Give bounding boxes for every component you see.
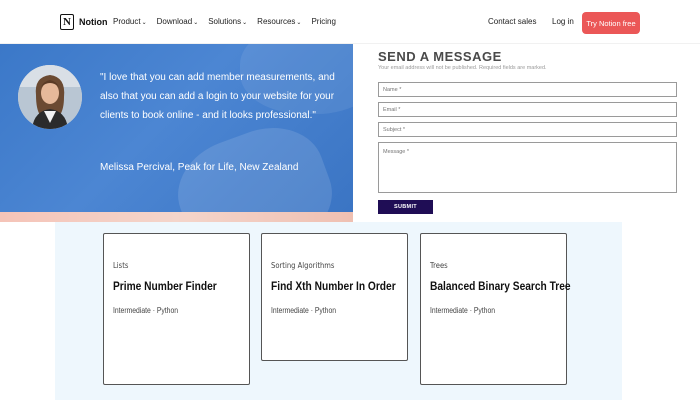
card-category: Lists [113,261,129,270]
card-category: Sorting Algorithms [271,261,335,270]
nav-item-label: Solutions [208,17,242,26]
nav-item-label: Download [156,17,193,26]
nav-item-solutions[interactable]: Solutions⌄ [208,17,247,26]
submit-button[interactable]: SUBMIT [378,200,433,214]
testimonial-quote: "I love that you can add member measurem… [100,72,335,121]
notion-logo-icon: N [60,14,74,30]
avatar [18,65,82,129]
chevron-down-icon: ⌄ [242,20,248,26]
chevron-down-icon: ⌄ [193,20,199,26]
chevron-down-icon: ⌄ [296,20,302,26]
form-title: SEND A MESSAGE [378,49,502,64]
brand-logo[interactable]: N Notion [60,14,108,30]
nav-item-resources[interactable]: Resources⌄ [257,17,301,26]
nav-item-label: Resources [257,17,296,26]
card-title: Balanced Binary Search Tree [430,279,571,293]
contact-sales-link[interactable]: Contact sales [488,17,536,26]
email-field[interactable] [378,102,677,117]
card-meta: Intermediate · Python [113,306,179,315]
try-free-button[interactable]: Try Notion free [582,12,640,34]
form-note: Your email address will not be published… [378,65,547,71]
name-field[interactable] [378,82,677,97]
background-strip [0,212,353,222]
testimonial-author: Melissa Percival, Peak for Life, New Zea… [100,162,299,173]
nav-item-pricing[interactable]: Pricing [311,17,335,26]
chevron-down-icon: ⌄ [141,20,147,26]
nav-item-label: Product [113,17,141,26]
challenge-card[interactable]: Lists Prime Number Finder Intermediate ·… [103,233,250,385]
card-meta: Intermediate · Python [430,306,496,315]
card-title: Prime Number Finder [113,279,217,293]
challenge-card[interactable]: Sorting Algorithms Find Xth Number In Or… [261,233,408,361]
login-link[interactable]: Log in [552,17,574,26]
card-title: Find Xth Number In Order [271,279,396,293]
card-category: Trees [430,261,448,270]
message-field[interactable] [378,142,677,193]
subject-field[interactable] [378,122,677,137]
person-photo-icon [18,65,82,129]
brand-name: Notion [79,17,108,27]
testimonial-banner: "I love that you can add member measurem… [0,44,353,222]
nav-links: Product⌄ Download⌄ Solutions⌄ Resources⌄… [113,17,336,26]
challenge-card[interactable]: Trees Balanced Binary Search Tree Interm… [420,233,571,385]
nav-item-download[interactable]: Download⌄ [157,17,199,26]
nav-item-product[interactable]: Product⌄ [113,17,147,26]
card-meta: Intermediate · Python [271,306,337,315]
page: N Notion Product⌄ Download⌄ Solutions⌄ R… [0,0,700,400]
top-nav: N Notion Product⌄ Download⌄ Solutions⌄ R… [0,0,700,44]
